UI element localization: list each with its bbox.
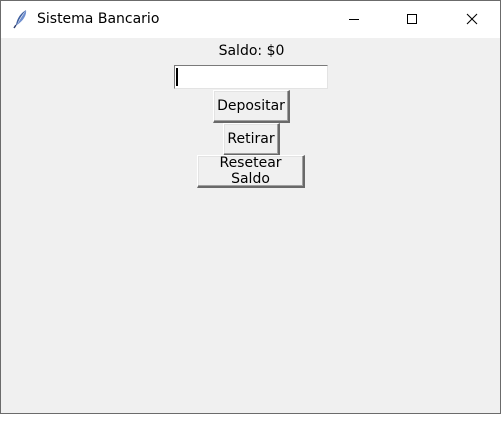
close-icon [466, 10, 478, 29]
title-bar[interactable]: Sistema Bancario [1, 0, 500, 38]
maximize-button[interactable] [389, 1, 435, 38]
window-title: Sistema Bancario [37, 11, 160, 27]
text-cursor [176, 68, 178, 86]
reset-balance-button[interactable]: Resetear Saldo [197, 155, 305, 188]
client-area: Saldo: $0 Depositar Retirar Resetear Sal… [1, 38, 500, 413]
minimize-button[interactable] [331, 1, 377, 38]
withdraw-button[interactable]: Retirar [223, 123, 280, 156]
minimize-icon [348, 10, 360, 29]
app-window: Sistema Bancario Saldo: $0 Depositar Ret… [0, 0, 501, 414]
deposit-button[interactable]: Depositar [213, 90, 290, 123]
balance-label: Saldo: $0 [218, 43, 285, 59]
amount-input[interactable] [174, 65, 328, 89]
maximize-icon [406, 10, 418, 29]
feather-icon [12, 9, 30, 29]
close-button[interactable] [449, 1, 495, 38]
